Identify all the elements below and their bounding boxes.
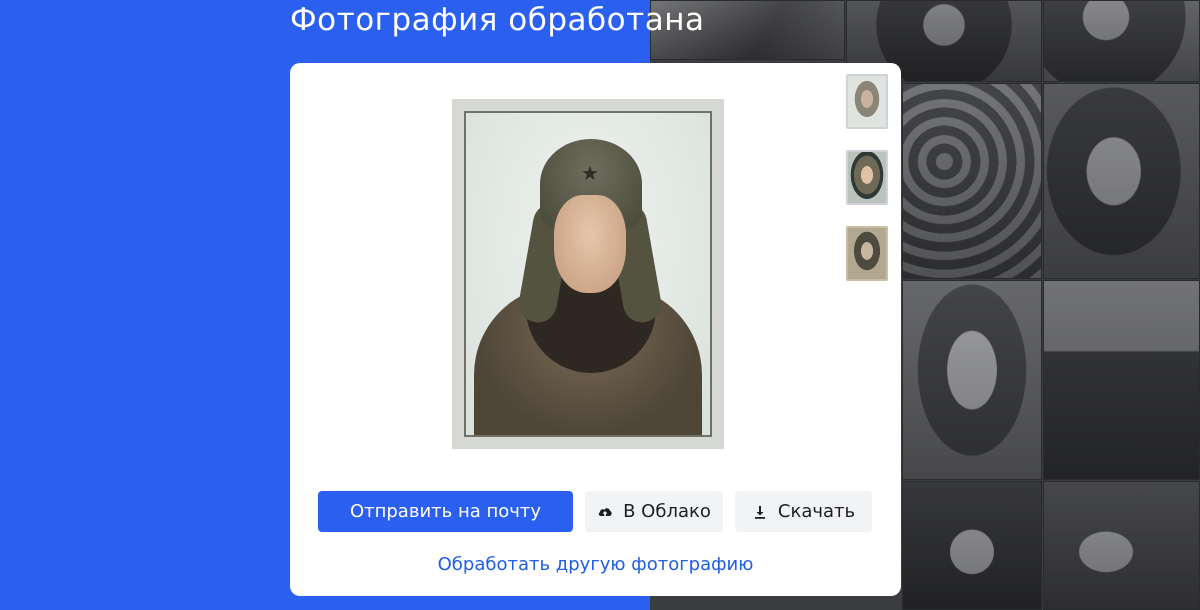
result-card: ★ Отправить на почту В Облако Скачать Об… <box>290 63 901 596</box>
cloud-upload-icon <box>598 507 612 516</box>
collage-photo <box>902 280 1042 480</box>
process-another-photo-link[interactable]: Обработать другую фотографию <box>290 554 901 575</box>
send-email-button[interactable]: Отправить на почту <box>318 491 573 532</box>
download-button[interactable]: Скачать <box>735 491 872 532</box>
collage-photo <box>902 481 1042 610</box>
download-label: Скачать <box>777 501 856 522</box>
page-title: Фотография обработана <box>290 2 705 38</box>
photo-image: ★ <box>464 111 712 437</box>
collage-photo <box>902 83 1042 279</box>
thumbnail-variant-2[interactable] <box>846 150 888 205</box>
save-to-cloud-button[interactable]: В Облако <box>585 491 723 532</box>
collage-photo <box>1043 83 1200 279</box>
collage-photo <box>1043 280 1200 480</box>
collage-photo <box>1043 0 1200 82</box>
thumbnail-variant-3[interactable] <box>846 226 888 281</box>
collage-photo <box>1043 481 1200 610</box>
send-email-label: Отправить на почту <box>349 501 542 522</box>
save-to-cloud-label: В Облако <box>623 501 711 522</box>
thumbnail-variant-1[interactable] <box>846 74 888 129</box>
processed-photo: ★ <box>452 99 724 449</box>
photo-variant-thumbnails <box>846 74 888 302</box>
download-icon <box>754 505 765 519</box>
